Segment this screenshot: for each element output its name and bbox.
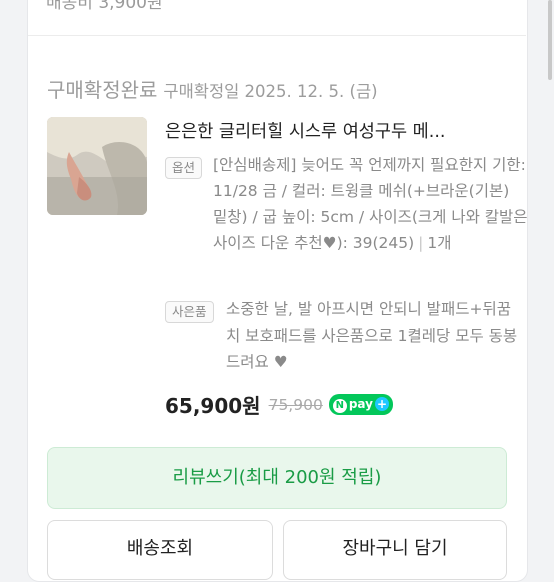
- divider: [28, 35, 526, 36]
- quantity: 1개: [427, 234, 452, 252]
- gift-description: 소중한 날, 발 아프시면 안되니 발패드+뒤꿈치 보호패드를 사은품으로 1켤…: [226, 300, 518, 371]
- original-price: 75,900: [268, 395, 323, 414]
- product-title[interactable]: 은은한 글리터힐 시스루 여성구두 메...: [165, 118, 495, 143]
- sale-price: 65,900원: [165, 394, 261, 418]
- npay-label: pay: [348, 397, 373, 411]
- option-description: [안심배송제] 늦어도 꼭 언제까지 필요한지 기한: 11/28 금 / 컬러…: [213, 152, 528, 256]
- order-status-row: 구매확정완료 구매확정일 2025. 12. 5. (금): [47, 74, 378, 103]
- option-text: [안심배송제] 늦어도 꼭 언제까지 필요한지 기한: 11/28 금 / 컬러…: [213, 156, 528, 252]
- price-row: 65,900원 75,900 Npay +: [165, 390, 393, 419]
- confirmed-date: 구매확정일 2025. 12. 5. (금): [163, 82, 378, 101]
- shipping-fee-text: 배송비 3,900원: [46, 0, 163, 13]
- option-badge: 옵션: [165, 157, 203, 179]
- gift-badge: 사은품: [165, 301, 214, 323]
- add-to-cart-button[interactable]: 장바구니 담기: [283, 520, 507, 580]
- scrollbar[interactable]: [548, 0, 552, 80]
- product-thumbnail[interactable]: [47, 117, 147, 215]
- order-status: 구매확정완료: [47, 78, 158, 102]
- quantity-separator: |: [418, 234, 424, 252]
- npay-badge: Npay +: [328, 394, 393, 415]
- track-delivery-button[interactable]: 배송조회: [47, 520, 273, 580]
- npay-plus-icon: +: [374, 397, 389, 411]
- product-image: [47, 117, 147, 215]
- write-review-button[interactable]: 리뷰쓰기(최대 200원 적립): [47, 447, 507, 509]
- npay-n-icon: N: [332, 399, 347, 413]
